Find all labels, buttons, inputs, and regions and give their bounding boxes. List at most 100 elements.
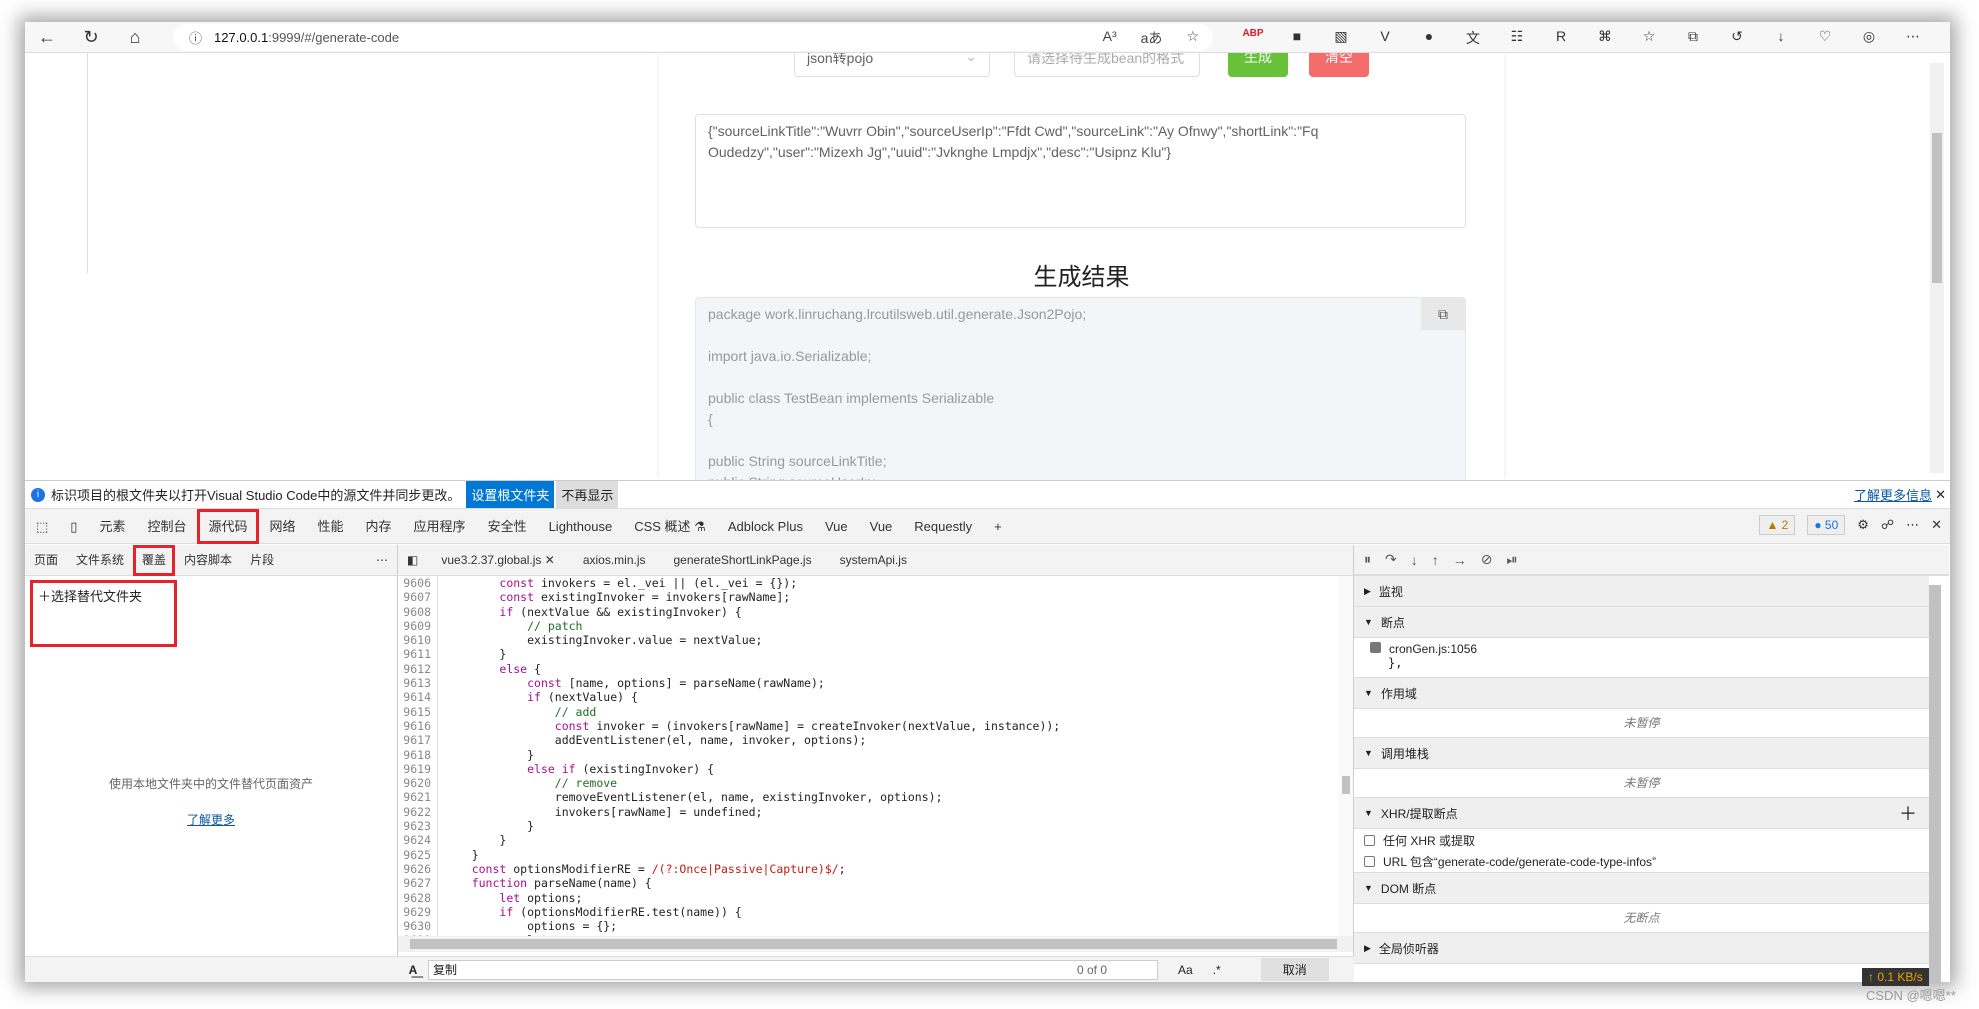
file-tab[interactable]: generateShortLinkPage.js <box>660 545 826 576</box>
adblock-plus-icon[interactable]: ABP <box>1231 28 1275 48</box>
translate-ext-icon[interactable]: 文 <box>1451 28 1495 48</box>
clear-button[interactable]: 清空 <box>1309 53 1369 77</box>
generate-button[interactable]: 生成 <box>1228 53 1288 77</box>
extensions-icon[interactable]: ⌘ <box>1583 28 1627 48</box>
home-icon[interactable]: ⌂ <box>113 27 157 48</box>
code-view[interactable]: 9606 const invokers = el._vei || (el._ve… <box>398 576 1339 936</box>
step-out-icon[interactable]: ↑ <box>1432 552 1439 568</box>
tab-4[interactable]: 性能 <box>307 509 355 544</box>
breakpoint-item[interactable]: cronGen.js:1056 }, <box>1354 638 1929 678</box>
replace-toggle-icon[interactable]: A͟ <box>398 963 428 977</box>
nav-tab-1[interactable]: 文件系统 <box>67 545 133 576</box>
address-bar[interactable]: ⓘ 127.0.0.1:9999/#/generate-code A³ aあ ☆ <box>173 24 1213 51</box>
call-stack-section[interactable]: ▼ 调用堆栈 <box>1354 738 1929 769</box>
breakpoint-checkbox[interactable] <box>1370 642 1381 653</box>
download-icon[interactable]: ↓ <box>1759 28 1803 48</box>
deactivate-breakpoints-icon[interactable]: ⊘ <box>1481 551 1493 568</box>
copy-icon[interactable]: ⧉ <box>1421 298 1465 330</box>
toggle-navigator-icon[interactable]: ◧ <box>398 545 427 576</box>
requestly-icon[interactable]: R <box>1539 28 1583 48</box>
warnings-badge[interactable]: ▲ 2 <box>1759 515 1796 535</box>
watch-section[interactable]: ▶ 监视 <box>1354 576 1929 607</box>
tab-2[interactable]: 源代码 <box>197 508 259 544</box>
learn-more-link[interactable]: 了解更多信息 <box>1854 485 1932 504</box>
profile-avatar[interactable]: ◎ <box>1847 28 1891 48</box>
tab-13[interactable]: Requestly <box>903 509 983 544</box>
type-select[interactable]: json转pojo ⌄ <box>794 53 990 77</box>
health-icon[interactable]: ♡ <box>1803 28 1847 48</box>
file-tab[interactable]: systemApi.js <box>826 545 921 576</box>
json-input[interactable]: {"sourceLinkTitle":"Wuvrr Obin","sourceU… <box>695 114 1466 228</box>
pause-icon[interactable]: ⏸ <box>1364 551 1371 568</box>
tab-1[interactable]: 控制台 <box>136 509 197 544</box>
read-aloud-icon[interactable]: A³ <box>1103 28 1117 48</box>
tab-7[interactable]: 安全性 <box>477 509 538 544</box>
nav-tab-0[interactable]: 页面 <box>25 545 67 576</box>
add-tab-icon[interactable]: + <box>983 509 1013 544</box>
info-icon[interactable]: ⓘ <box>189 28 202 47</box>
nav-tab-4[interactable]: 片段 <box>241 545 283 576</box>
fruit-icon[interactable]: ● <box>1407 28 1451 48</box>
tab-3[interactable]: 网络 <box>259 509 307 544</box>
refresh-icon[interactable]: ↻ <box>69 27 113 48</box>
tab-11[interactable]: Vue <box>814 509 859 544</box>
add-favorite-icon[interactable]: ☆ <box>1186 28 1199 48</box>
match-case-button[interactable]: Aa <box>1178 963 1193 977</box>
history-icon[interactable]: ↺ <box>1715 28 1759 48</box>
step-into-icon[interactable]: ↓ <box>1411 552 1418 568</box>
regex-button[interactable]: .* <box>1213 963 1221 977</box>
close-devtools-icon[interactable]: ✕ <box>1931 517 1942 533</box>
close-tab-icon[interactable]: ✕ <box>541 553 555 567</box>
learn-more-link[interactable]: 了解更多 <box>25 811 397 828</box>
extension-badge-icon[interactable]: ■ <box>1275 28 1319 48</box>
file-tab[interactable]: vue3.2.37.global.js ✕ <box>427 545 568 576</box>
search-input[interactable]: 复制 0 of 0 <box>428 959 1158 980</box>
nav-tab-3[interactable]: 内容脚本 <box>175 545 241 576</box>
tab-5[interactable]: 内存 <box>355 509 403 544</box>
debugger-scrollbar[interactable] <box>1929 585 1941 982</box>
breakpoints-section[interactable]: ▼ 断点 <box>1354 607 1929 638</box>
tab-6[interactable]: 应用程序 <box>403 509 477 544</box>
xhr-any-item[interactable]: 任何 XHR 或提取 <box>1354 829 1929 851</box>
nav-tab-2[interactable]: 覆盖 <box>133 544 176 576</box>
step-over-icon[interactable]: ↷ <box>1385 551 1397 568</box>
scope-section[interactable]: ▼ 作用域 <box>1354 678 1929 709</box>
step-icon[interactable]: → <box>1453 552 1467 568</box>
dom-section[interactable]: ▼ DOM 断点 <box>1354 873 1929 904</box>
format-select[interactable]: 请选择待生成bean的格式 <box>1014 53 1200 77</box>
dont-show-button[interactable]: 不再显示 <box>556 481 619 508</box>
device-icon[interactable]: ▯ <box>59 509 88 544</box>
more-icon[interactable]: ⋯ <box>367 545 397 576</box>
translate-icon[interactable]: aあ <box>1141 28 1163 48</box>
tab-12[interactable]: Vue <box>859 509 904 544</box>
tab-0[interactable]: 元素 <box>88 509 136 544</box>
inspect-icon[interactable]: ⬚ <box>25 509 59 544</box>
feedback-icon[interactable]: ☍ <box>1881 517 1894 533</box>
messages-badge[interactable]: ● 50 <box>1807 515 1846 535</box>
image-icon[interactable]: ▧ <box>1319 28 1363 48</box>
more-icon[interactable]: ⋯ <box>1891 28 1935 48</box>
cancel-button[interactable]: 取消 <box>1260 958 1329 981</box>
more-icon[interactable]: ⋯ <box>1906 517 1919 533</box>
page-scrollbar[interactable] <box>1930 63 1944 473</box>
collections-icon[interactable]: ☷ <box>1495 28 1539 48</box>
add-icon[interactable]: ＋ <box>1899 800 1917 826</box>
tab-10[interactable]: Adblock Plus <box>717 509 814 544</box>
collections-add-icon[interactable]: ⧉ <box>1671 28 1715 48</box>
editor-hscrollbar[interactable] <box>398 936 1353 952</box>
global-listeners-section[interactable]: ▶ 全局侦听器 <box>1354 933 1929 964</box>
vue-devtools-icon[interactable]: V <box>1363 28 1407 48</box>
xhr-url-item[interactable]: URL 包含“generate-code/generate-code-type-… <box>1354 851 1929 873</box>
close-icon[interactable]: ✕ <box>1935 487 1946 503</box>
tab-8[interactable]: Lighthouse <box>538 509 624 544</box>
editor-vscrollbar[interactable] <box>1339 576 1353 936</box>
back-icon[interactable]: ← <box>25 27 69 48</box>
tab-9[interactable]: CSS 概述 ⚗ <box>623 509 717 544</box>
pause-on-exceptions-icon[interactable]: ⏯ <box>1506 551 1517 568</box>
set-root-folder-button[interactable]: 设置根文件夹 <box>466 481 555 508</box>
select-folder-button[interactable]: ＋选择替代文件夹 <box>30 580 177 611</box>
favorites-icon[interactable]: ☆ <box>1627 28 1671 48</box>
file-tab[interactable]: axios.min.js <box>569 545 660 576</box>
xhr-section[interactable]: ▼ XHR/提取断点＋ <box>1354 798 1929 829</box>
gear-icon[interactable]: ⚙ <box>1857 517 1869 533</box>
